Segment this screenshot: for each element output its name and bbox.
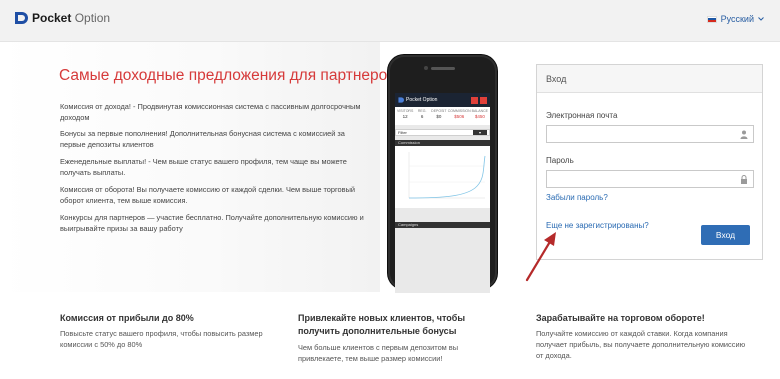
phone-screen: Pocket Option VISITORS 12 REG. 6 DEPOSIT $0… — [395, 93, 490, 293]
logo[interactable]: Pocket Option — [14, 11, 110, 25]
feature-item: Комиссия от дохода! - Продвинутая комисс… — [60, 102, 361, 122]
logo-text-bold: Pocket — [32, 11, 72, 25]
language-selector[interactable]: Русский — [706, 14, 764, 24]
phone-mockup: Pocket Option VISITORS 12 REG. 6 DEPOSIT $0… — [388, 55, 497, 293]
feature-item: Еженедельные выплаты! - Чем выше статус … — [60, 157, 347, 177]
lock-icon — [741, 175, 747, 184]
menu-icon — [471, 96, 478, 104]
app-filter-bar: Filter ▾ — [395, 129, 490, 136]
logo-text-light: Option — [71, 11, 111, 25]
annotation-arrow-icon — [525, 232, 556, 282]
login-panel: Вход Электронная почта Пароль Забыли пар… — [536, 64, 763, 260]
stat-item: COMMISSION $506 — [447, 109, 471, 119]
login-title: Вход — [537, 65, 762, 93]
feature-item: Конкурсы для партнеров — участие бесплат… — [60, 213, 364, 233]
feature-item: Комиссия от оборота! Вы получаете комисс… — [60, 185, 356, 205]
feature-item: Бонусы за первые пополнения! Дополнитель… — [60, 129, 345, 149]
top-header: Pocket Option Русский — [0, 0, 780, 42]
phone-camera — [424, 66, 428, 70]
password-label: Пароль — [546, 156, 574, 165]
benefit-title: Привлекайте новых клиентов, чтобы получи… — [298, 313, 466, 336]
forgot-password-link[interactable]: Забыли пароль? — [546, 193, 608, 202]
chevron-down-icon — [758, 17, 764, 21]
login-submit-button[interactable]: Вход — [701, 225, 750, 245]
app-stats: VISITORS 12 REG. 6 DEPOSIT $0 COMMISSION $50… — [395, 107, 490, 125]
benefit-text: Чем больше клиентов с первым депозитом в… — [298, 343, 459, 363]
app-topbar: Pocket Option — [395, 93, 490, 107]
chart-graphic — [408, 152, 486, 199]
pocket-option-logo-icon — [398, 97, 404, 103]
email-label: Электронная почта — [546, 111, 618, 120]
benefit-text: Получайте комиссию от каждой ставки. Ког… — [536, 329, 746, 360]
app-name: Pocket Option — [406, 97, 438, 103]
pocket-option-logo-icon — [15, 12, 28, 24]
password-field[interactable] — [546, 170, 754, 188]
email-field[interactable] — [546, 125, 754, 143]
russian-flag-icon — [706, 15, 717, 23]
stat-item: DEPOSIT $0 — [431, 109, 447, 119]
benefit-title: Комиссия от прибыли до 80% — [60, 313, 194, 323]
hero-title: Самые доходные предложения для партнеров — [59, 67, 396, 84]
app-commission-chart — [395, 146, 490, 208]
benefit-title: Зарабатывайте на торговом обороте! — [536, 313, 705, 323]
user-icon — [480, 96, 487, 104]
benefit-text: Повысьте статус вашего профиля, чтобы по… — [60, 329, 263, 349]
user-icon — [740, 130, 748, 139]
phone-speaker — [431, 67, 455, 70]
language-label: Русский — [720, 14, 754, 24]
stat-item: REG. 6 — [417, 109, 427, 119]
stat-item: BALANCE $450 — [471, 109, 489, 119]
stat-item: VISITORS 12 — [397, 109, 414, 119]
app-section-campaigns: Campaigns — [395, 222, 490, 228]
register-link[interactable]: Еще не зарегистрированы? — [546, 221, 649, 230]
